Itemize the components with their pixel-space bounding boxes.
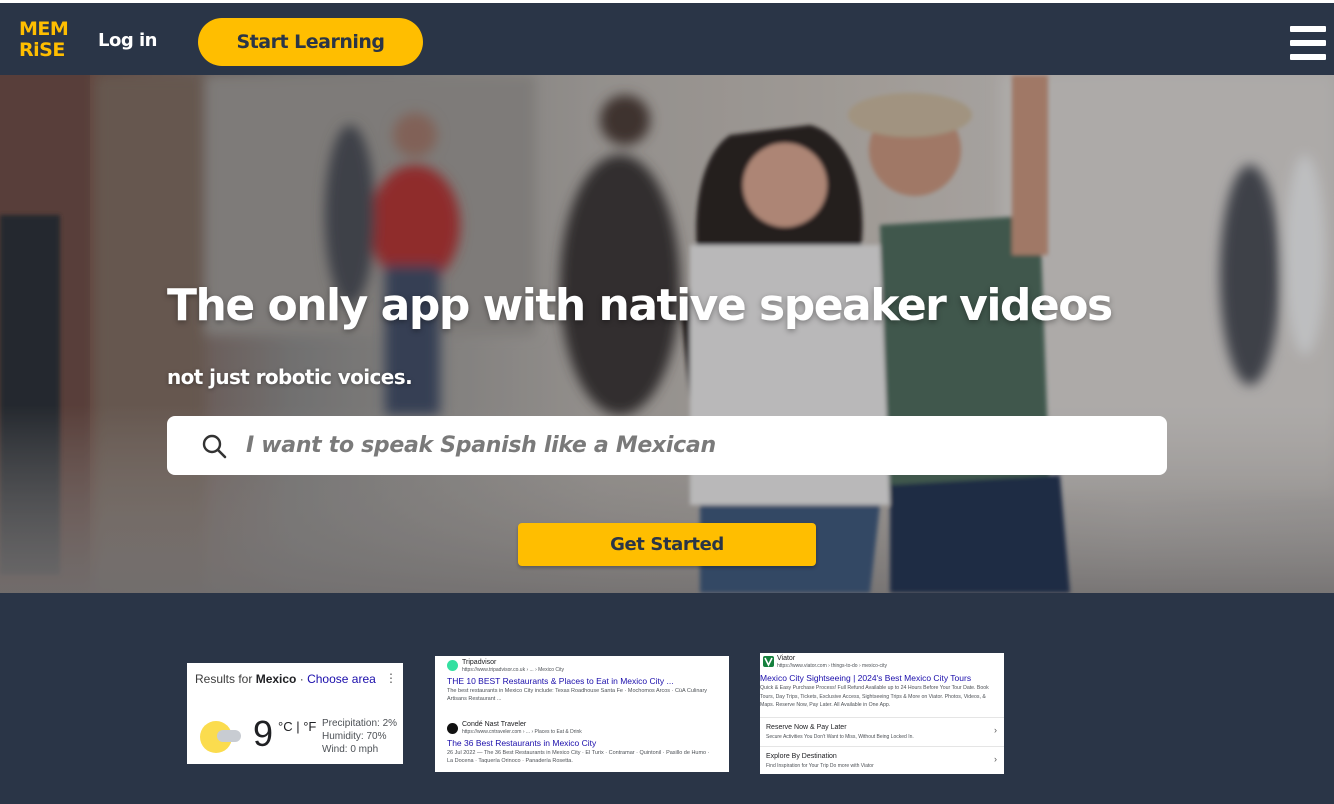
sitelink-subtitle: Find Inspiration for Your Trip Do more w…	[766, 763, 874, 769]
cloud-icon	[217, 730, 241, 742]
start-learning-button[interactable]: Start Learning	[198, 18, 423, 66]
menu-bar	[1290, 40, 1326, 46]
sitelink-title: Reserve Now & Pay Later	[766, 724, 847, 731]
result-snippet: 26 Jul 2022 — The 36 Best Restaurants in…	[447, 750, 710, 764]
hero-section: The only app with native speaker videos …	[0, 75, 1334, 593]
sitelink-title: Explore By Destination	[766, 753, 837, 760]
sitelink-explore-destination[interactable]: Explore By Destination Find Inspiration …	[760, 746, 1004, 774]
result-site-name: Tripadvisor	[462, 659, 497, 666]
result-site-name: Viator	[777, 655, 796, 662]
sitelink-reserve-now[interactable]: Reserve Now & Pay Later Secure Activitie…	[760, 717, 1004, 745]
result-url: https://www.tripadvisor.co.uk › ... › Me…	[462, 667, 564, 673]
memrise-logo[interactable]: MEM RiSE	[19, 18, 69, 63]
restaurant-results-card: Tripadvisor https://www.tripadvisor.co.u…	[435, 656, 729, 772]
search-placeholder: I want to speak Spanish like a Mexican	[246, 433, 716, 458]
search-icon	[202, 434, 227, 459]
result-title-link[interactable]: Mexico City Sightseeing | 2024's Best Me…	[760, 673, 971, 683]
menu-bar	[1290, 26, 1326, 32]
weather-header: Results for Mexico · Choose area	[195, 672, 376, 686]
weather-stats: Precipitation: 2% Humidity: 70% Wind: 0 …	[322, 717, 397, 756]
result-url: https://www.cntraveler.com › ... › Place…	[462, 729, 582, 735]
get-started-button[interactable]: Get Started	[518, 523, 816, 566]
cntraveler-favicon-icon	[447, 723, 458, 734]
hero-subline: not just robotic voices.	[167, 365, 413, 389]
choose-area-link[interactable]: Choose area	[307, 672, 376, 686]
hero-headline: The only app with native speaker videos	[167, 280, 1113, 331]
top-nav: MEM RiSE Log in Start Learning	[0, 3, 1334, 75]
results-for-label: Results for	[195, 672, 253, 686]
viator-favicon-icon	[763, 656, 774, 667]
result-title-link[interactable]: The 36 Best Restaurants in Mexico City	[447, 738, 596, 748]
menu-bar	[1290, 54, 1326, 60]
temperature-value: 9	[253, 713, 274, 754]
wind-text: Wind: 0 mph	[322, 744, 379, 755]
precipitation-text: Precipitation: 2%	[322, 718, 398, 729]
chevron-right-icon: ›	[994, 725, 997, 735]
result-snippet: The best restaurants in Mexico City incl…	[447, 688, 708, 702]
sitelink-subtitle: Secure Activities You Don't Want to Miss…	[766, 734, 914, 740]
chevron-right-icon: ›	[994, 754, 997, 764]
viator-result-card: Viator https://www.viator.com › things-t…	[760, 653, 1004, 774]
search-input[interactable]: I want to speak Spanish like a Mexican	[167, 416, 1167, 475]
temperature-units-toggle[interactable]: °C | °F	[278, 719, 316, 734]
location-label: Mexico	[255, 672, 297, 686]
hero-overlay	[0, 75, 1334, 593]
separator-dot: ·	[299, 672, 304, 686]
result-snippet: Quick & Easy Purchase Process! Full Refu…	[760, 685, 989, 708]
login-link[interactable]: Log in	[98, 30, 157, 51]
result-title-link[interactable]: THE 10 BEST Restaurants & Places to Eat …	[447, 676, 674, 686]
weather-result-card[interactable]: Results for Mexico · Choose area ⋮ 9 °C …	[187, 663, 403, 764]
result-url: https://www.viator.com › things-to-do › …	[777, 663, 888, 669]
logo-line-2: RiSE	[19, 39, 65, 61]
hamburger-menu-icon[interactable]	[1290, 26, 1326, 60]
tripadvisor-favicon-icon	[447, 660, 458, 671]
more-options-icon[interactable]: ⋮	[385, 671, 397, 685]
logo-line-1: MEM	[19, 18, 69, 40]
humidity-text: Humidity: 70%	[322, 731, 387, 742]
result-site-name: Condé Nast Traveler	[462, 721, 527, 728]
